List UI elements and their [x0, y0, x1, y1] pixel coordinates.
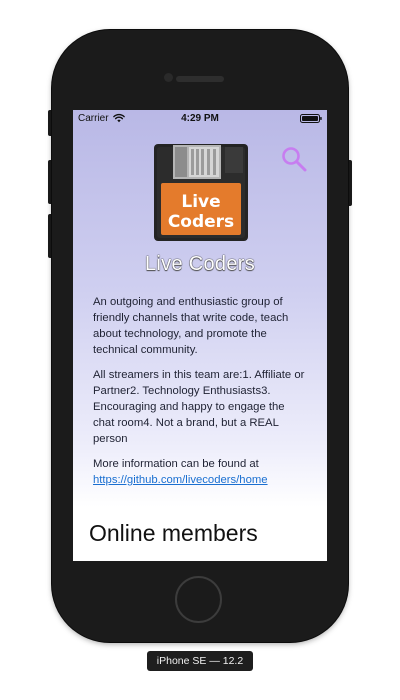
- floppy-disk-logo: Live Coders: [154, 144, 248, 241]
- home-button[interactable]: [175, 576, 222, 623]
- battery-icon: [300, 114, 322, 123]
- status-time: 4:29 PM: [181, 113, 219, 124]
- github-link[interactable]: https://github.com/livecoders/home: [93, 474, 268, 486]
- description-paragraph: All streamers in this team are:1. Affili…: [93, 369, 305, 445]
- online-members-heading: Online members: [89, 520, 258, 546]
- logo-title-line2: Coders: [168, 212, 234, 232]
- team-title: Live Coders: [144, 253, 256, 275]
- earpiece-speaker: [176, 76, 224, 82]
- status-bar: Carrier 4:29 PM: [73, 110, 327, 128]
- front-camera: [164, 73, 173, 82]
- app-screen: Carrier 4:29 PM Live Coders Live Coders …: [73, 110, 327, 561]
- team-description: An outgoing and enthusiastic group of fr…: [93, 294, 309, 497]
- logo-title-line1: Live: [181, 192, 220, 212]
- device-label: iPhone SE — 12.2: [147, 651, 253, 671]
- more-info-paragraph: More information can be found at https:/…: [93, 456, 309, 488]
- more-info-prefix: More information can be found at: [93, 458, 259, 470]
- search-icon[interactable]: [281, 146, 307, 172]
- simulator-stage: Carrier 4:29 PM Live Coders Live Coders …: [0, 0, 400, 700]
- description-paragraph: An outgoing and enthusiastic group of fr…: [93, 296, 289, 356]
